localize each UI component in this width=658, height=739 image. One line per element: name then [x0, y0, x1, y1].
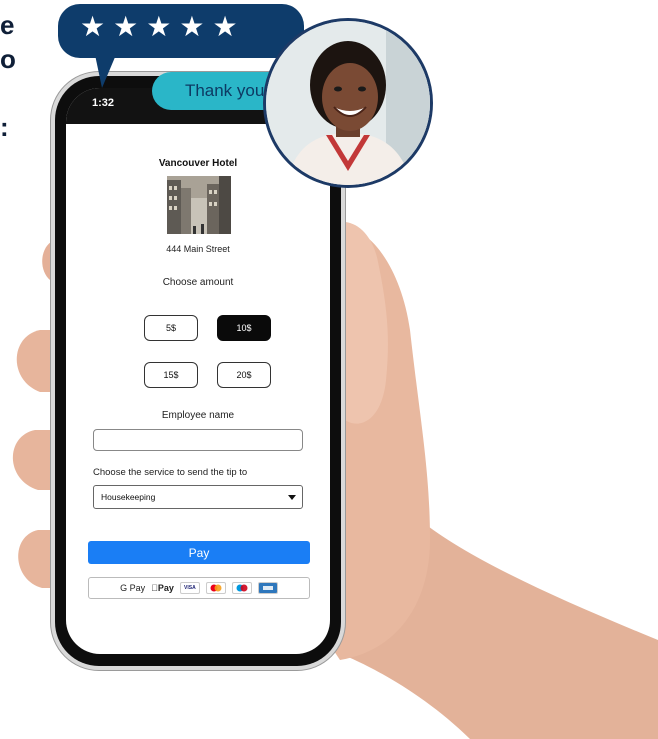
star-icon: ★: [113, 11, 139, 42]
mastercard-icon: [205, 582, 226, 594]
review-bubble-tail: [94, 50, 118, 88]
chevron-down-icon: [288, 495, 296, 500]
service-selected-value: Housekeeping: [101, 492, 156, 502]
hotel-address: 444 Main Street: [166, 244, 230, 254]
employee-name-label: Employee name: [161, 410, 235, 421]
service-select[interactable]: Housekeeping: [93, 485, 303, 509]
hotel-photo: [167, 176, 231, 234]
star-icon: ★: [80, 11, 106, 42]
payment-methods-bar: G Pay Pay VISA: [88, 577, 310, 599]
employee-name-input[interactable]: [93, 429, 303, 451]
service-label: Choose the service to send the tip to: [93, 467, 248, 478]
phone-screen: 1:32 Vancouver Hotel 444 Main Street Cho…: [66, 88, 330, 654]
amount-5-button[interactable]: 5$: [144, 315, 198, 341]
pay-button[interactable]: Pay: [88, 541, 310, 564]
google-pay-logo: G Pay: [120, 583, 146, 593]
employee-avatar: [263, 18, 433, 188]
amount-10-button[interactable]: 10$: [217, 315, 271, 341]
visa-card-icon: VISA: [179, 582, 200, 594]
maestro-card-icon: [231, 582, 252, 594]
choose-amount-label: Choose amount: [162, 277, 234, 288]
star-rating: ★ ★ ★ ★ ★: [80, 13, 238, 41]
amount-15-button[interactable]: 15$: [144, 362, 198, 388]
amount-20-button[interactable]: 20$: [217, 362, 271, 388]
star-icon: ★: [146, 11, 172, 42]
amex-card-icon: [257, 582, 278, 594]
apple-pay-logo: Pay: [151, 583, 174, 593]
status-time: 1:32: [92, 97, 115, 109]
star-icon: ★: [179, 11, 205, 42]
star-icon: ★: [212, 11, 238, 42]
